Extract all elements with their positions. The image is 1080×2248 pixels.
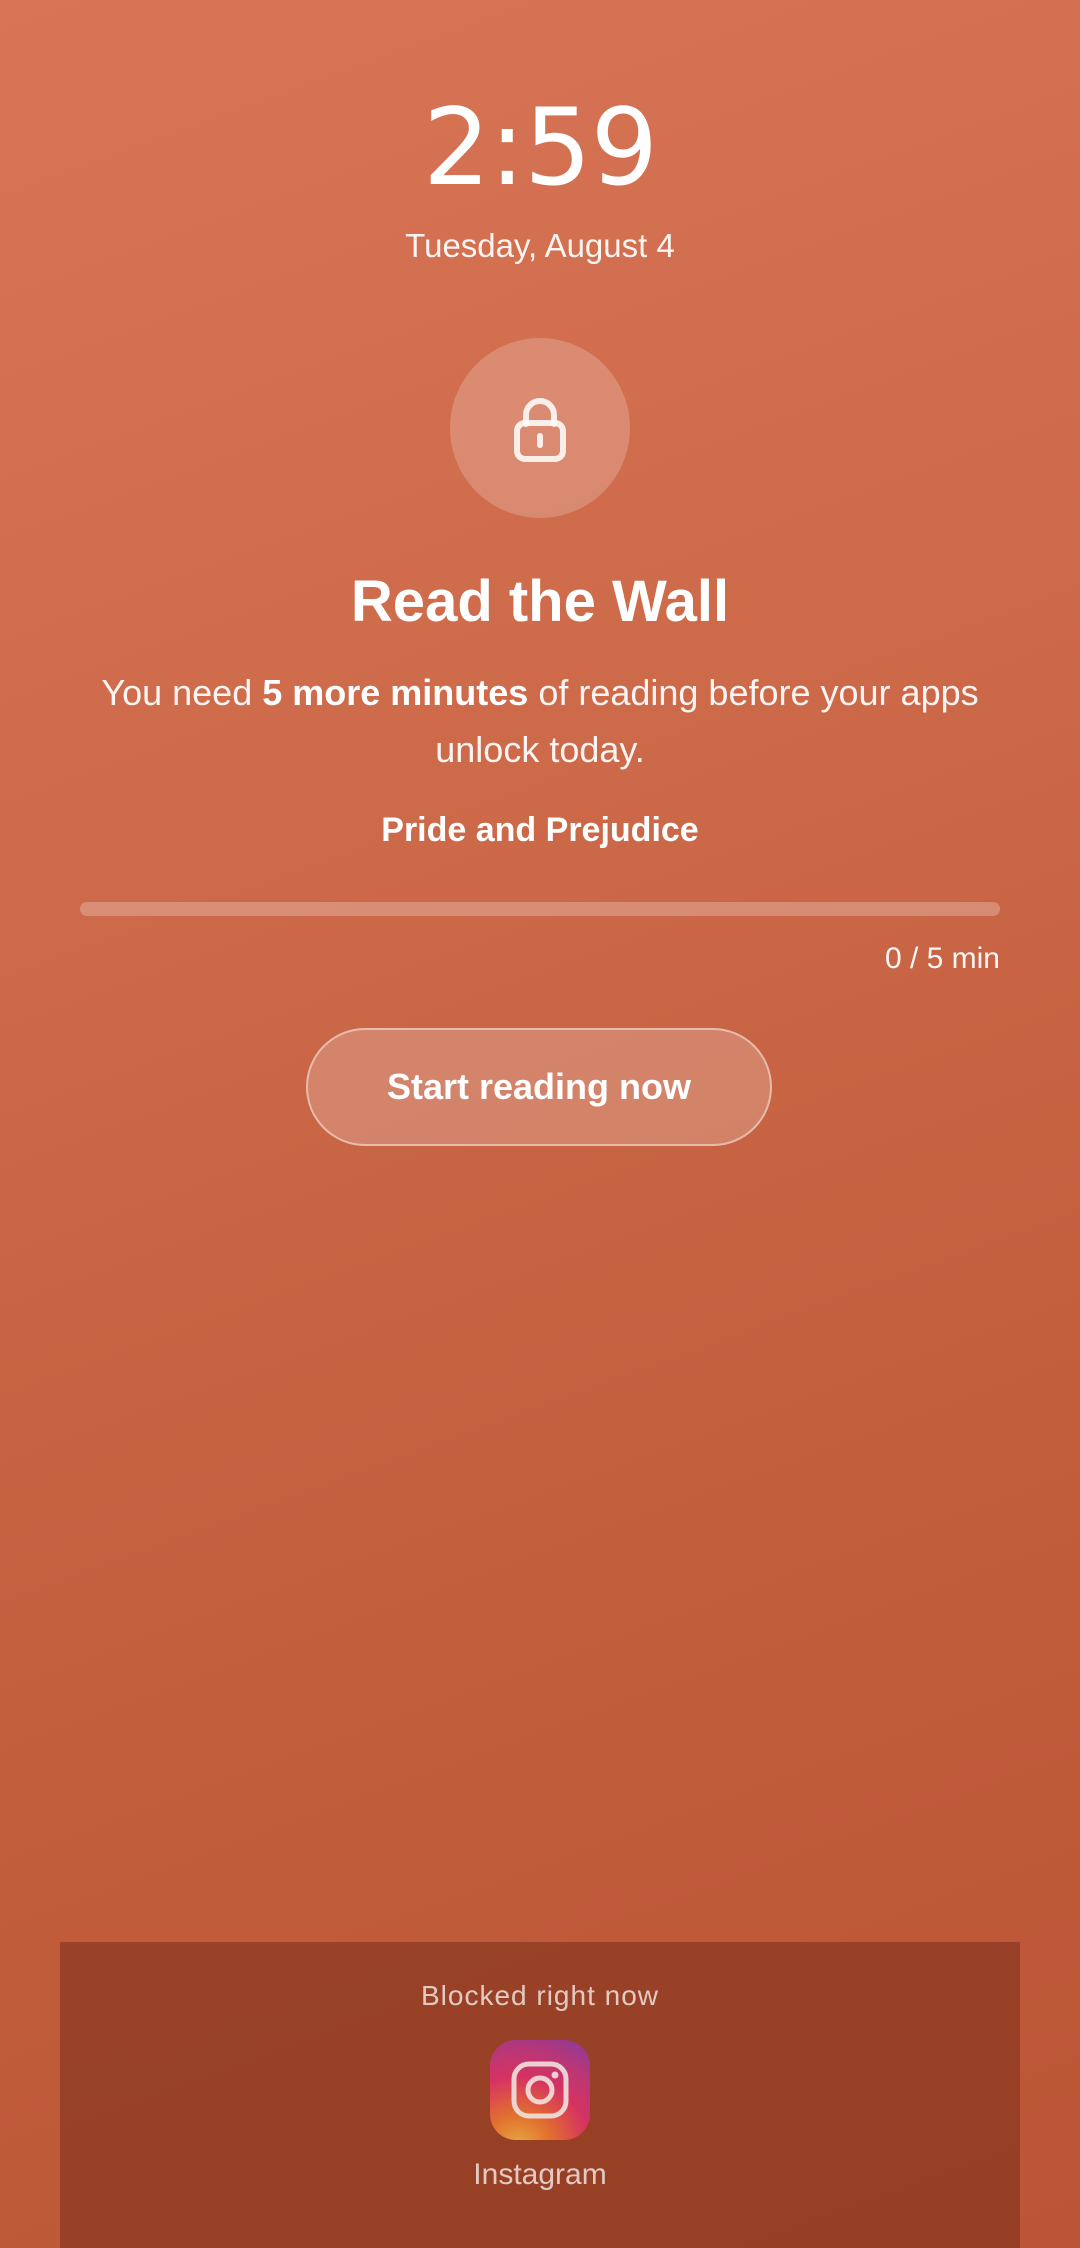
blocked-apps-panel: Blocked right now Instagram — [60, 1942, 1020, 2248]
lock-screen: 2:59 Tuesday, August 4 Read the Wall You… — [0, 0, 1080, 2248]
clock-time: 2:59 — [422, 86, 658, 209]
start-reading-button[interactable]: Start reading now — [306, 1028, 772, 1146]
wall-message: You need 5 more minutes of reading befor… — [90, 664, 990, 778]
instagram-icon — [511, 2061, 569, 2119]
instagram-app-label: Instagram — [473, 2158, 607, 2191]
reading-progress-text: 0 / 5 min — [884, 942, 1000, 975]
lock-icon — [514, 398, 566, 462]
instagram-app-icon[interactable] — [490, 2040, 590, 2140]
book-title: Pride and Prejudice — [381, 811, 699, 849]
wall-message-minutes: 5 more minutes — [262, 672, 529, 713]
wall-title: Read the Wall — [350, 569, 730, 634]
reading-progress-bar — [80, 902, 1000, 916]
wall-message-prefix: You need — [101, 672, 263, 713]
blocked-label: Blocked right now — [420, 1980, 659, 2011]
clock-date: Tuesday, August 4 — [405, 227, 675, 264]
lock-badge — [450, 338, 630, 518]
